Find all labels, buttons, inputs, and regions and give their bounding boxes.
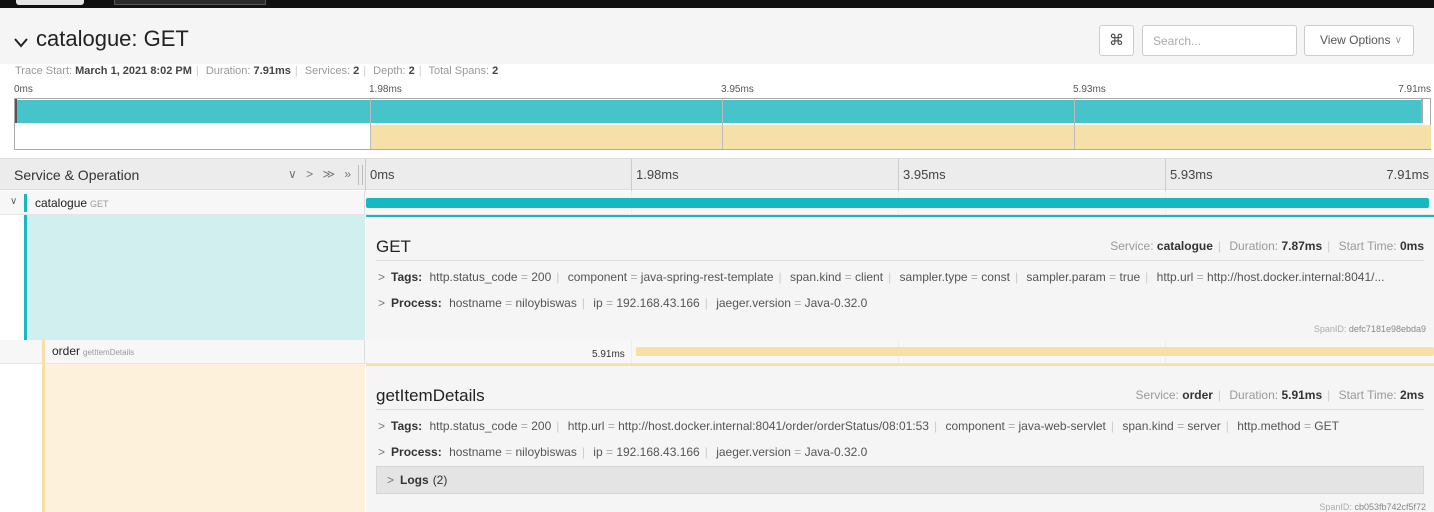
services-value: 2 bbox=[353, 65, 360, 77]
timeline-tick: 1.98ms bbox=[636, 167, 679, 182]
timeline-tick: 3.95ms bbox=[903, 167, 946, 182]
column-resizer[interactable] bbox=[358, 165, 363, 185]
span-bar[interactable] bbox=[636, 347, 1434, 356]
timeline-header: Service & Operation ∨ > ≫ » 0ms 1.98ms 3… bbox=[0, 158, 1434, 191]
timeline-tick: 5.93ms bbox=[1170, 167, 1213, 182]
tags-section-toggle[interactable]: > Tags: http.status_code = 200 | component… bbox=[378, 270, 1428, 284]
minimap-track[interactable] bbox=[14, 98, 1431, 150]
minimap-tick: 1.98ms bbox=[369, 84, 402, 95]
span-service-name: catalogue GET bbox=[35, 196, 109, 210]
top-nav-bar bbox=[0, 0, 1434, 8]
divider bbox=[631, 159, 632, 191]
minimap-gridline bbox=[370, 99, 371, 149]
total-spans-label: Total Spans: bbox=[428, 65, 490, 77]
detail-service-value: catalogue bbox=[1156, 239, 1213, 253]
service-color-bar bbox=[24, 194, 27, 212]
divider bbox=[898, 159, 899, 191]
timeline-tick: 0ms bbox=[370, 167, 395, 182]
trace-summary: Trace Start: March 1, 2021 8:02 PM | Dura… bbox=[15, 65, 499, 77]
total-spans-value: 2 bbox=[492, 65, 499, 77]
detail-duration-value: 7.87ms bbox=[1281, 239, 1323, 253]
detail-service-value: order bbox=[1182, 388, 1213, 402]
minimap-tick: 3.95ms bbox=[721, 84, 754, 95]
duration-value: 7.91ms bbox=[253, 65, 291, 77]
span-row-order[interactable]: order getItemDetails 5.91ms bbox=[0, 340, 1434, 364]
chevron-down-icon: ∨ bbox=[1394, 35, 1402, 46]
nav-tab[interactable] bbox=[16, 0, 84, 5]
span-detail-title: getItemDetails bbox=[376, 386, 485, 405]
minimap-tick: 0ms bbox=[14, 84, 33, 95]
collapse-expand-controls[interactable]: ∨ > ≫ » bbox=[288, 167, 354, 181]
timeline-tick: 7.91ms bbox=[1386, 167, 1429, 182]
depth-value: 2 bbox=[408, 65, 415, 77]
chevron-right-icon: > bbox=[378, 296, 386, 310]
trace-start-value: March 1, 2021 8:02 PM bbox=[75, 65, 192, 77]
span-name-cell[interactable]: ∨ catalogue GET bbox=[0, 191, 365, 214]
span-duration-label: 5.91ms bbox=[592, 349, 625, 360]
services-label: Services: bbox=[304, 65, 351, 77]
logs-section-toggle[interactable]: > Logs (2) bbox=[376, 466, 1424, 494]
minimap-span-bar bbox=[371, 125, 1431, 149]
span-detail-panel: getItemDetails Service: order | Duration:… bbox=[366, 364, 1434, 512]
span-detail-panel: GET Service: catalogue | Duration: 7.87ms… bbox=[366, 215, 1434, 340]
chevron-right-icon: > bbox=[387, 473, 395, 487]
process-section-toggle[interactable]: > Process: hostname = niloybiswas | ip = 1… bbox=[378, 445, 1428, 459]
span-operation-name: GET bbox=[90, 199, 109, 209]
trace-start-label: Trace Start: bbox=[15, 65, 73, 77]
service-operation-header: Service & Operation bbox=[14, 167, 140, 183]
minimap-span-bar bbox=[15, 100, 1421, 123]
tags-section-toggle[interactable]: > Tags: http.status_code = 200 | http.url … bbox=[378, 419, 1428, 433]
depth-label: Depth: bbox=[373, 65, 406, 77]
minimap-right-handle[interactable] bbox=[1421, 99, 1423, 123]
service-color-bar bbox=[24, 215, 27, 340]
minimap-left-handle[interactable] bbox=[15, 99, 17, 123]
detail-start-value: 0ms bbox=[1399, 239, 1424, 253]
span-detail-meta: Service: catalogue | Duration: 7.87ms | St… bbox=[1110, 239, 1424, 253]
chevron-right-icon: > bbox=[378, 445, 386, 459]
minimap-tick: 5.93ms bbox=[1073, 84, 1106, 95]
chevron-down-icon[interactable] bbox=[14, 35, 28, 49]
duration-label: Duration: bbox=[205, 65, 251, 77]
span-detail-indent bbox=[0, 364, 365, 512]
span-id: SpanID: cb053fb742cf5f72 bbox=[1319, 502, 1426, 512]
span-detail-indent bbox=[0, 215, 365, 340]
minimap-gridline bbox=[722, 99, 723, 149]
service-color-bar bbox=[42, 340, 45, 364]
gridline bbox=[631, 340, 632, 363]
chevron-right-icon: > bbox=[378, 419, 386, 433]
trace-page-header: catalogue: GET ⌘ View Options ∨ bbox=[0, 8, 1434, 64]
span-operation-name: getItemDetails bbox=[83, 348, 135, 357]
span-detail-order: getItemDetails Service: order | Duration:… bbox=[0, 364, 1434, 512]
view-options-label: View Options bbox=[1320, 33, 1391, 47]
span-detail-catalogue: GET Service: catalogue | Duration: 7.87ms… bbox=[0, 215, 1434, 340]
span-service-name: order getItemDetails bbox=[52, 344, 135, 358]
minimap-gridline bbox=[1074, 99, 1075, 149]
divider bbox=[365, 159, 366, 191]
chevron-right-icon: > bbox=[378, 270, 386, 284]
search-input[interactable] bbox=[1142, 25, 1297, 56]
span-bar[interactable] bbox=[366, 198, 1429, 208]
detail-duration-value: 5.91ms bbox=[1281, 388, 1323, 402]
span-row-catalogue[interactable]: ∨ catalogue GET bbox=[0, 191, 1434, 215]
span-detail-title: GET bbox=[376, 237, 411, 256]
minimap-tick: 7.91ms bbox=[1398, 84, 1431, 95]
keyboard-shortcuts-button[interactable]: ⌘ bbox=[1099, 25, 1134, 56]
span-name-cell[interactable]: order getItemDetails bbox=[0, 340, 365, 364]
chevron-down-icon[interactable]: ∨ bbox=[10, 196, 17, 207]
trace-title: catalogue: GET bbox=[36, 26, 189, 51]
view-options-button[interactable]: View Options ∨ bbox=[1304, 25, 1414, 56]
detail-start-value: 2ms bbox=[1399, 388, 1424, 402]
span-id: SpanID: defc7181e98ebda9 bbox=[1313, 324, 1426, 334]
service-color-bar bbox=[42, 364, 45, 512]
span-detail-meta: Service: order | Duration: 5.91ms | Start … bbox=[1135, 388, 1424, 402]
divider bbox=[1165, 159, 1166, 191]
process-section-toggle[interactable]: > Process: hostname = niloybiswas | ip = 1… bbox=[378, 296, 1428, 310]
trace-minimap[interactable]: 0ms 1.98ms 3.95ms 5.93ms 7.91ms bbox=[14, 84, 1431, 151]
nav-search-box[interactable] bbox=[114, 0, 266, 5]
